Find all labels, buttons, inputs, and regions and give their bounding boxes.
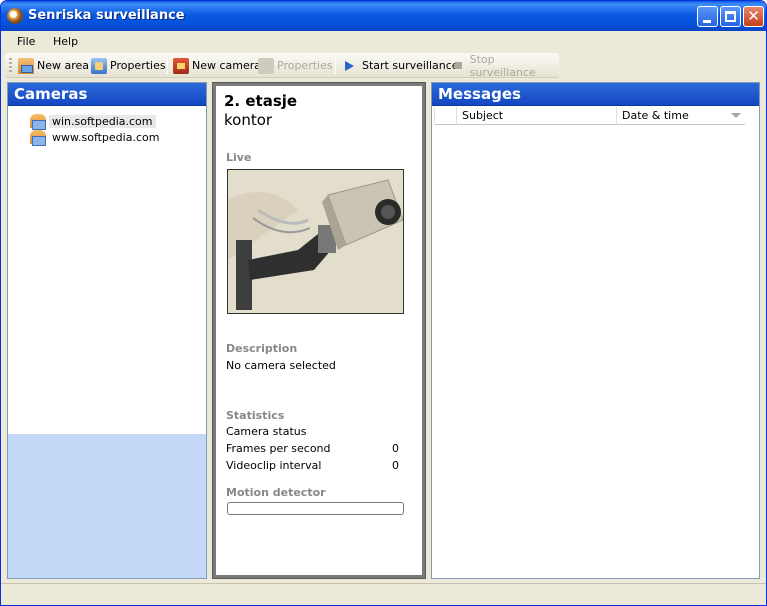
live-heading: Live — [226, 151, 252, 164]
camera-image — [228, 170, 403, 313]
tree-item-label: www.softpedia.com — [52, 130, 160, 144]
chevron-down-icon — [731, 113, 741, 118]
new-area-label: New area — [37, 59, 90, 72]
live-camera-preview — [227, 169, 404, 314]
close-icon: ✕ — [747, 7, 760, 25]
area-icon — [30, 130, 46, 146]
menu-help[interactable]: Help — [53, 35, 78, 48]
motion-detector-bar — [227, 502, 404, 515]
tree-item-label: win.softpedia.com — [49, 114, 156, 128]
app-window: Senriska surveillance ✕ File Help New ar… — [0, 0, 767, 606]
window-title: Senriska surveillance — [28, 8, 185, 23]
new-camera-label: New camera — [192, 59, 262, 72]
column-subject[interactable]: Subject — [456, 107, 616, 125]
area-icon — [18, 57, 34, 74]
column-icon[interactable] — [434, 107, 456, 125]
app-icon — [7, 8, 23, 24]
column-date-time-label: Date & time — [622, 109, 689, 122]
area-properties-button[interactable]: Properties — [91, 56, 166, 75]
description-heading: Description — [226, 342, 298, 355]
videoclip-value: 0 — [392, 459, 399, 472]
title-bar[interactable]: Senriska surveillance ✕ — [1, 1, 766, 31]
area-icon — [30, 114, 46, 130]
column-date-time[interactable]: Date & time — [616, 107, 745, 125]
area-title: 2. etasje — [224, 92, 298, 110]
minimize-icon — [703, 20, 711, 23]
toolbar-grip[interactable] — [9, 58, 12, 73]
stop-icon — [455, 62, 462, 69]
menu-file[interactable]: File — [17, 35, 35, 48]
stop-surveillance-button[interactable]: Stop surveillance — [451, 53, 559, 79]
toolbar-separator — [335, 57, 336, 74]
motion-detector-heading: Motion detector — [226, 486, 326, 499]
minimize-button[interactable] — [697, 6, 718, 27]
statistics-heading: Statistics — [226, 409, 285, 422]
area-properties-label: Properties — [110, 59, 166, 72]
videoclip-label: Videoclip interval — [226, 459, 322, 472]
description-text: No camera selected — [226, 359, 336, 372]
camera-detail-content: 2. etasje kontor Live Description No cam… — [216, 86, 422, 575]
toolbar-separator — [167, 57, 168, 74]
cameras-header: Cameras — [8, 83, 206, 106]
toolbar: New area Properties New camera Propertie… — [5, 53, 559, 79]
camera-status-label: Camera status — [226, 425, 307, 438]
new-camera-button[interactable]: New camera — [173, 56, 261, 75]
tree-item[interactable]: www.softpedia.com — [30, 129, 162, 146]
messages-column-header: Subject Date & time — [434, 107, 745, 125]
status-bar — [1, 583, 766, 605]
tree-item[interactable]: win.softpedia.com — [30, 113, 156, 130]
properties-icon — [258, 57, 274, 74]
cameras-panel: Cameras win.softpedia.com www.softpedia.… — [7, 82, 207, 579]
camera-tree[interactable]: win.softpedia.com www.softpedia.com — [8, 107, 206, 433]
camera-info-area — [8, 434, 206, 578]
camera-detail-panel: 2. etasje kontor Live Description No cam… — [212, 82, 426, 579]
play-icon — [345, 60, 354, 71]
menu-bar: File Help — [1, 31, 766, 52]
maximize-button[interactable] — [720, 6, 741, 27]
messages-panel: Messages Subject Date & time — [431, 82, 760, 579]
stop-surveillance-label: Stop surveillance — [469, 52, 536, 79]
area-subtitle: kontor — [224, 111, 273, 129]
maximize-icon — [725, 11, 736, 22]
properties-icon — [91, 57, 107, 74]
camera-properties-button[interactable]: Properties — [258, 56, 333, 75]
fps-label: Frames per second — [226, 442, 331, 455]
fps-value: 0 — [392, 442, 399, 455]
new-area-button[interactable]: New area — [18, 56, 89, 75]
camera-icon — [173, 57, 189, 74]
close-button[interactable]: ✕ — [743, 6, 764, 27]
messages-header: Messages — [432, 83, 759, 106]
start-surveillance-label: Start surveillance — [362, 59, 459, 72]
camera-properties-label: Properties — [277, 59, 333, 72]
start-surveillance-button[interactable]: Start surveillance — [341, 56, 459, 75]
